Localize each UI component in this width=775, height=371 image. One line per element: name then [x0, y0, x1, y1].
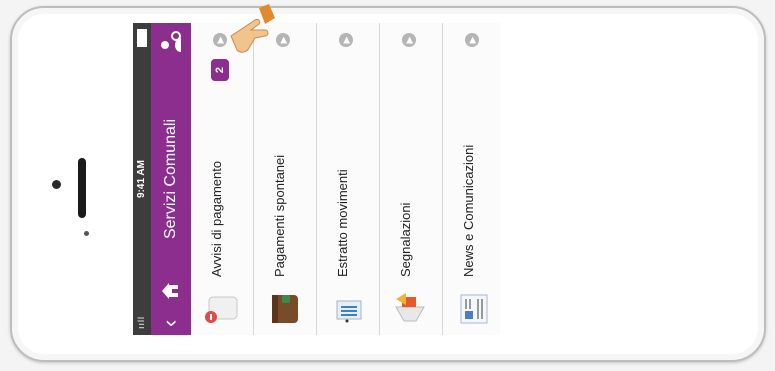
wallet-icon: [272, 295, 298, 323]
menu-item-avvisi[interactable]: Avvisi di pagamento 2 ▶: [191, 23, 254, 335]
proximity-sensor: [84, 231, 89, 236]
user-settings-icon[interactable]: [159, 31, 183, 53]
menu-item-label: News e Comunicazioni: [461, 144, 476, 277]
menu-item-label: Pagamenti spontanei: [272, 154, 287, 277]
nav-bar: ‹ Servizi Comunali: [151, 23, 191, 335]
chevron-right-icon[interactable]: ▶: [339, 33, 353, 47]
services-menu: Avvisi di pagamento 2 ▶ Pagamenti sponta…: [191, 23, 500, 335]
bank-statement-icon: [336, 300, 362, 323]
notification-badge: 2: [211, 59, 229, 81]
menu-item-label: Estratto movimenti: [335, 169, 350, 277]
status-time: 9:41 AM: [136, 160, 147, 198]
megaphone-icon: [395, 293, 425, 322]
app-screen: ııll 9:41 AM ‹ Servizi Comunali Avvisi d…: [133, 23, 500, 335]
battery-icon: [137, 29, 147, 47]
menu-item-label: Avvisi di pagamento: [209, 160, 224, 277]
front-camera: [52, 180, 61, 189]
menu-item-news[interactable]: News e Comunicazioni ▶: [443, 23, 500, 335]
menu-item-label: Segnalazioni: [398, 202, 413, 277]
chevron-right-icon[interactable]: ▶: [402, 33, 416, 47]
chevron-right-icon[interactable]: ▶: [276, 33, 290, 47]
menu-item-estratto[interactable]: Estratto movimenti ▶: [317, 23, 380, 335]
status-bar: ııll 9:41 AM: [133, 23, 151, 335]
newspaper-icon: [460, 294, 488, 324]
menu-item-segnalazioni[interactable]: Segnalazioni ▶: [380, 23, 443, 335]
menu-item-pagamenti[interactable]: Pagamenti spontanei ▶: [254, 23, 317, 335]
pointing-hand-icon: [230, 4, 275, 53]
payment-notice-icon: [205, 296, 238, 323]
chevron-right-icon[interactable]: ▶: [465, 33, 479, 47]
earpiece-speaker: [78, 158, 86, 218]
page-title: Servizi Comunali: [162, 118, 179, 240]
